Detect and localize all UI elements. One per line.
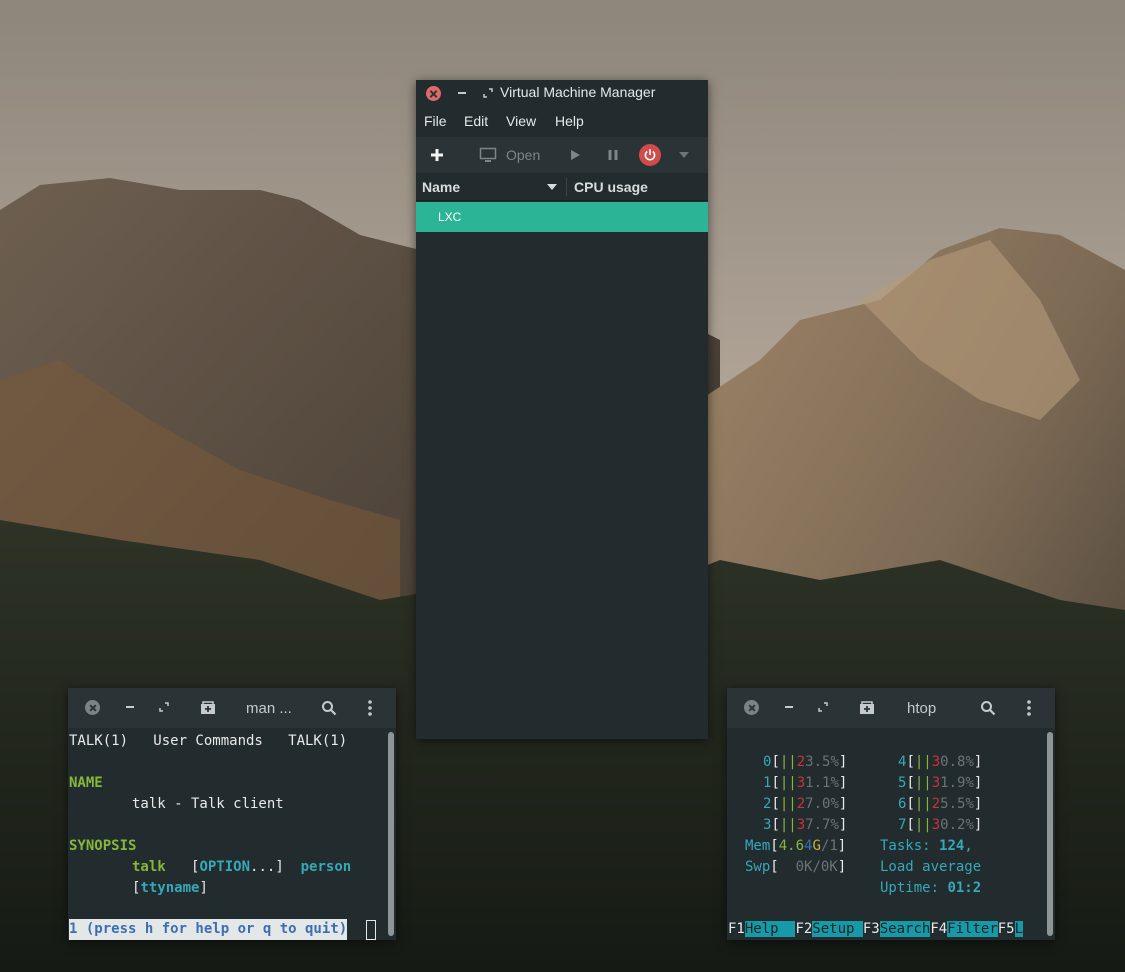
cpu-meter-7: 7[||30.2%] — [898, 817, 983, 833]
power-icon[interactable] — [639, 144, 661, 166]
menu-kebab-icon[interactable] — [1020, 699, 1038, 717]
menu-help[interactable]: Help — [555, 113, 584, 129]
vm-row[interactable]: LXC — [416, 202, 708, 232]
menu-kebab-icon[interactable] — [361, 699, 379, 717]
maximize-icon[interactable] — [816, 700, 830, 714]
fkey-f5[interactable]: F5L — [998, 921, 1024, 937]
fkey-f1[interactable]: F1Help — [728, 921, 796, 937]
fkey-f4[interactable]: F4Filter — [930, 921, 998, 937]
load-average-meter: Load average — [880, 859, 982, 875]
tasks-meter: Tasks: 124, — [880, 838, 973, 854]
close-icon[interactable] — [744, 700, 759, 715]
minimize-icon[interactable] — [782, 700, 796, 714]
column-divider[interactable] — [566, 178, 567, 196]
scrollbar[interactable] — [1047, 732, 1053, 936]
window-title: Virtual Machine Manager — [500, 84, 656, 100]
man-synopsis-heading: SYNOPSIS — [69, 838, 137, 854]
cpu-meter-0: 0[||23.5%] — [763, 754, 848, 770]
mem-meter: Mem[4.64G/1] — [745, 838, 847, 854]
terminal-title: htop — [907, 700, 937, 717]
minimize-icon[interactable] — [123, 700, 137, 714]
column-name[interactable]: Name — [422, 179, 460, 195]
fkey-f2[interactable]: F2Setup — [795, 921, 863, 937]
menu-file[interactable]: File — [424, 113, 447, 129]
cpu-meter-4: 4[||30.8%] — [898, 754, 983, 770]
cpu-meter-3: 3[||37.7%] — [763, 817, 848, 833]
maximize-icon[interactable] — [157, 700, 171, 714]
cpu-meter-6: 6[||25.5%] — [898, 796, 983, 812]
vm-list-header: Name CPU usage — [416, 174, 708, 201]
open-button[interactable]: Open — [506, 147, 540, 163]
terminal-titlebar[interactable]: man ... — [68, 688, 396, 728]
function-key-bar: F1Help F2Setup F3SearchF4FilterF5L — [728, 919, 1024, 940]
man-status-line: 1 (press h for help or q to quit) — [69, 919, 348, 940]
run-icon[interactable] — [567, 147, 583, 163]
close-icon[interactable] — [426, 86, 441, 101]
sort-down-icon[interactable] — [546, 183, 558, 191]
cpu-meter-5: 5[||31.9%] — [898, 775, 983, 791]
man-header-line: TALK(1) User Commands TALK(1) — [69, 733, 348, 749]
toolbar: Open — [416, 137, 708, 173]
terminal-window-man: man ... TALK(1) User Commands TALK(1) NA… — [68, 688, 396, 940]
terminal-content[interactable]: 0[||23.5%] 1[||31.1%] 2[||27.0%] 3[||37.… — [727, 728, 1047, 940]
plus-icon — [431, 149, 443, 161]
terminal-window-htop: htop 0[||23.5%] 1[||31.1%] 2[||27.0%] 3[… — [727, 688, 1055, 940]
menu-view[interactable]: View — [506, 113, 536, 129]
vmm-titlebar[interactable]: Virtual Machine Manager — [416, 80, 708, 107]
man-name-heading: NAME — [69, 775, 103, 791]
monitor-icon — [478, 146, 498, 164]
terminal-title: man ... — [246, 700, 292, 717]
new-vm-button[interactable] — [428, 146, 446, 164]
swap-meter: Swp[ 0K/0K] — [745, 859, 847, 875]
search-icon[interactable] — [979, 699, 997, 717]
vm-name: LXC — [438, 210, 462, 224]
uptime-meter: Uptime: 01:2 — [880, 880, 982, 896]
cpu-meter-1: 1[||31.1%] — [763, 775, 848, 791]
maximize-icon[interactable] — [481, 86, 495, 100]
terminal-content[interactable]: TALK(1) User Commands TALK(1) NAME talk … — [68, 728, 388, 940]
man-synopsis-line-2: [ttyname] — [132, 880, 208, 896]
close-icon[interactable] — [85, 700, 100, 715]
chevron-down-icon[interactable] — [678, 149, 690, 161]
new-tab-icon[interactable] — [199, 699, 217, 717]
cpu-meter-2: 2[||27.0%] — [763, 796, 848, 812]
menubar: File Edit View Help — [416, 109, 708, 135]
scrollbar[interactable] — [388, 732, 394, 936]
new-tab-icon[interactable] — [858, 699, 876, 717]
virtual-machine-manager-window: Virtual Machine Manager File Edit View H… — [416, 80, 708, 739]
menu-edit[interactable]: Edit — [464, 113, 488, 129]
man-name-description: talk - Talk client — [132, 796, 284, 812]
search-icon[interactable] — [320, 699, 338, 717]
text-cursor — [366, 920, 376, 940]
fkey-f3[interactable]: F3Search — [863, 921, 931, 937]
man-synopsis-line: talk [OPTION...] person — [132, 859, 352, 875]
minimize-icon[interactable] — [455, 86, 469, 100]
terminal-titlebar[interactable]: htop — [727, 688, 1055, 728]
pause-icon[interactable] — [605, 147, 621, 163]
column-cpu-usage[interactable]: CPU usage — [574, 179, 648, 195]
